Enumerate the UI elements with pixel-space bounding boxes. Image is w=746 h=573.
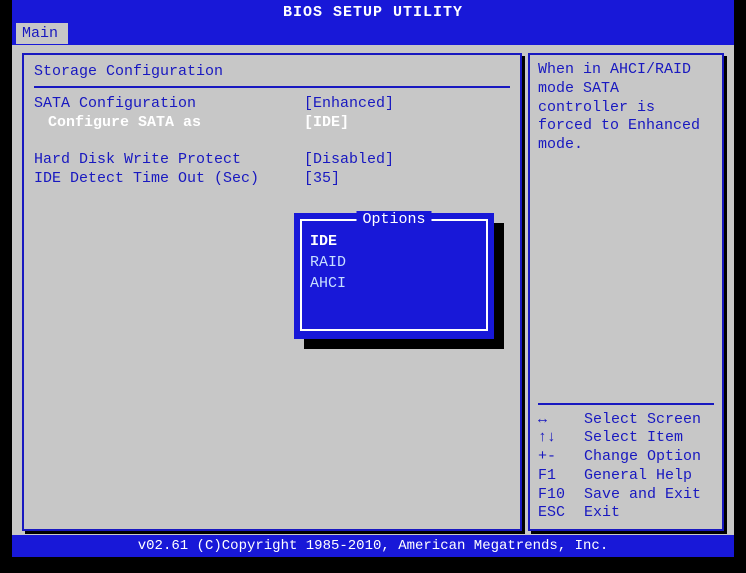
option-ahci[interactable]: AHCI: [302, 273, 486, 294]
key: ↔: [538, 411, 584, 430]
divider: [538, 403, 714, 405]
key-row: ↑↓ Select Item: [538, 429, 714, 448]
action: Exit: [584, 504, 620, 523]
help-text: When in AHCI/RAID mode SATA controller i…: [538, 61, 714, 155]
option-raid[interactable]: RAID: [302, 252, 486, 273]
action: Save and Exit: [584, 486, 701, 505]
title-bar: BIOS SETUP UTILITY: [12, 0, 734, 23]
row-sata-configuration[interactable]: SATA Configuration [Enhanced]: [24, 94, 520, 113]
option-ide[interactable]: IDE: [302, 231, 486, 252]
row-ide-detect-timeout[interactable]: IDE Detect Time Out (Sec) [35]: [24, 169, 520, 188]
row-configure-sata-as[interactable]: Configure SATA as [IDE]: [24, 113, 520, 132]
value: [Enhanced]: [304, 95, 394, 112]
key: F1: [538, 467, 584, 486]
label: Hard Disk Write Protect: [34, 151, 304, 168]
value: [IDE]: [304, 114, 349, 131]
value: [Disabled]: [304, 151, 394, 168]
action: Select Item: [584, 429, 683, 448]
action: Select Screen: [584, 411, 701, 430]
footer-bar: v02.61 (C)Copyright 1985-2010, American …: [12, 535, 734, 557]
blank-row: [24, 132, 520, 150]
tab-main[interactable]: Main: [16, 23, 68, 44]
bios-screen: BIOS SETUP UTILITY Main Storage Configur…: [0, 0, 746, 573]
label: IDE Detect Time Out (Sec): [34, 170, 304, 187]
key: ESC: [538, 504, 584, 523]
key-row: +- Change Option: [538, 448, 714, 467]
main-body: Storage Configuration SATA Configuration…: [12, 45, 734, 535]
row-hd-write-protect[interactable]: Hard Disk Write Protect [Disabled]: [24, 150, 520, 169]
settings-panel: Storage Configuration SATA Configuration…: [22, 53, 522, 531]
key: ↑↓: [538, 429, 584, 448]
options-popup: Options IDE RAID AHCI: [294, 213, 494, 339]
help-panel: When in AHCI/RAID mode SATA controller i…: [528, 53, 724, 531]
footer-text: v02.61 (C)Copyright 1985-2010, American …: [138, 538, 608, 554]
key: +-: [538, 448, 584, 467]
key-row: F10 Save and Exit: [538, 486, 714, 505]
app-title: BIOS SETUP UTILITY: [283, 4, 463, 21]
divider: [34, 86, 510, 88]
popup-inner: Options IDE RAID AHCI: [300, 219, 488, 331]
key-legend: ↔ Select Screen ↑↓ Select Item +- Change…: [538, 397, 714, 524]
popup-title: Options: [356, 211, 431, 228]
label: SATA Configuration: [34, 95, 304, 112]
action: General Help: [584, 467, 692, 486]
key: F10: [538, 486, 584, 505]
tab-row: Main: [12, 23, 734, 45]
section-title: Storage Configuration: [24, 55, 520, 82]
value: [35]: [304, 170, 340, 187]
action: Change Option: [584, 448, 701, 467]
key-row: ESC Exit: [538, 504, 714, 523]
label: Configure SATA as: [34, 114, 304, 131]
key-row: ↔ Select Screen: [538, 411, 714, 430]
key-row: F1 General Help: [538, 467, 714, 486]
